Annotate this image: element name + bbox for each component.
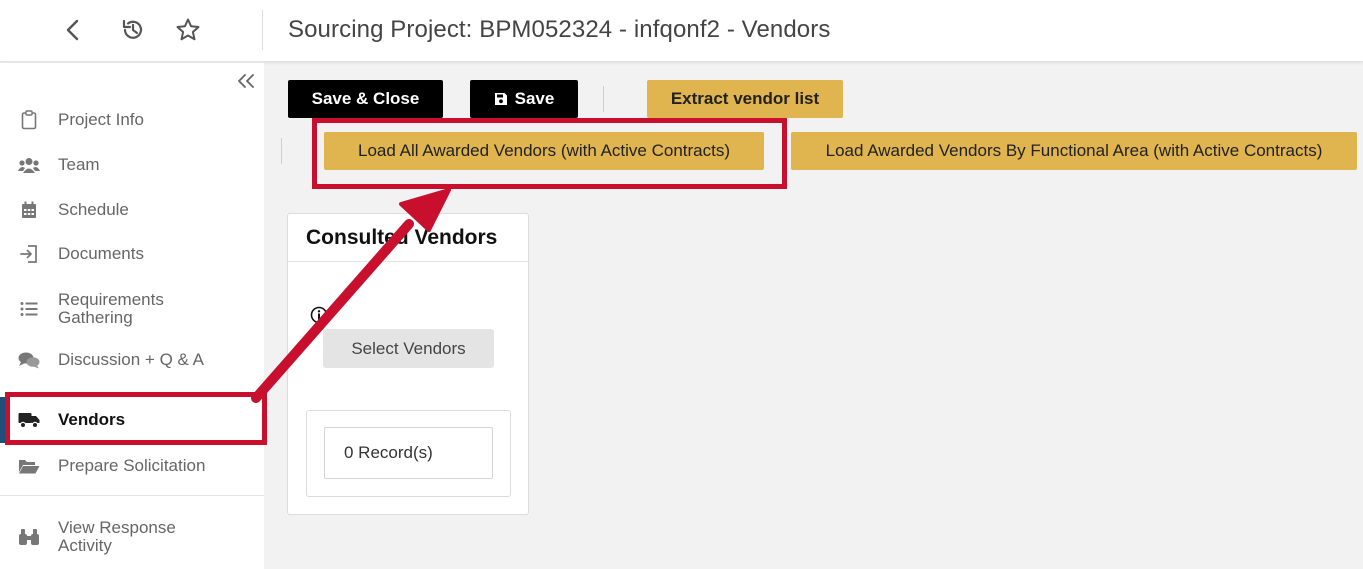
history-icon[interactable] (117, 14, 149, 46)
sidebar-item-label: Documents (58, 244, 144, 263)
users-icon (18, 154, 40, 176)
sidebar-item-documents[interactable]: Documents (0, 239, 264, 269)
clipboard-icon (18, 109, 40, 131)
consulted-vendors-card: Consulted Vendors Select Vendors 0 Recor… (287, 213, 529, 515)
sidebar-item-label: Discussion + Q & A (58, 350, 204, 369)
record-count: 0 Record(s) (324, 427, 493, 479)
sidebar-item-label: Team (58, 155, 100, 174)
floppy-disk-icon (494, 92, 508, 106)
calendar-icon (18, 199, 40, 221)
collapse-sidebar-icon[interactable] (234, 69, 258, 93)
comments-icon (18, 349, 40, 371)
sidebar-item-requirements-gathering[interactable]: Requirements Gathering (0, 289, 264, 329)
sidebar-item-label: View Response Activity (58, 518, 176, 555)
load-vendors-by-functional-area-button[interactable]: Load Awarded Vendors By Functional Area … (791, 132, 1357, 170)
sidebar-divider (0, 495, 264, 496)
folder-open-icon (18, 455, 40, 477)
sidebar-item-project-info[interactable]: Project Info (0, 105, 264, 135)
back-icon[interactable] (57, 14, 89, 46)
sidebar-item-label: Vendors (58, 410, 126, 429)
binoculars-icon (18, 526, 40, 548)
sign-in-icon (18, 243, 40, 265)
card-divider (288, 261, 528, 262)
card-title: Consulted Vendors (306, 226, 498, 249)
save-button[interactable]: Save (470, 80, 578, 118)
truck-icon (18, 409, 40, 431)
extract-vendor-list-button[interactable]: Extract vendor list (647, 80, 843, 118)
load-all-awarded-vendors-button[interactable]: Load All Awarded Vendors (with Active Co… (324, 132, 764, 170)
save-close-button[interactable]: Save & Close (288, 80, 443, 118)
sidebar-item-team[interactable]: Team (0, 150, 264, 180)
sidebar-item-label: Prepare Solicitation (58, 456, 206, 475)
app-header: Sourcing Project: BPM052324 - infqonf2 -… (0, 0, 1363, 62)
sidebar-item-schedule[interactable]: Schedule (0, 195, 264, 225)
info-icon[interactable] (310, 306, 328, 324)
save-label: Save (514, 89, 555, 108)
sidebar-item-vendors[interactable]: Vendors (0, 397, 264, 443)
toolbar-divider (603, 86, 604, 112)
active-indicator (0, 397, 5, 443)
page-title: Sourcing Project: BPM052324 - infqonf2 -… (288, 16, 831, 43)
toolbar-divider (281, 138, 282, 164)
sidebar-item-view-response-activity[interactable]: View Response Activity (0, 517, 264, 557)
sidebar: Project Info Team Schedule Documents Req… (0, 63, 264, 569)
sidebar-item-label: Project Info (58, 110, 144, 129)
select-vendors-button[interactable]: Select Vendors (323, 329, 494, 368)
header-divider (262, 10, 263, 50)
sidebar-item-prepare-solicitation[interactable]: Prepare Solicitation (0, 451, 264, 481)
star-icon[interactable] (172, 14, 204, 46)
list-icon (18, 298, 40, 320)
sidebar-item-discussion[interactable]: Discussion + Q & A (0, 345, 264, 375)
records-panel: 0 Record(s) (306, 410, 511, 497)
sidebar-item-label: Schedule (58, 200, 129, 219)
sidebar-item-label: Requirements Gathering (58, 290, 164, 327)
